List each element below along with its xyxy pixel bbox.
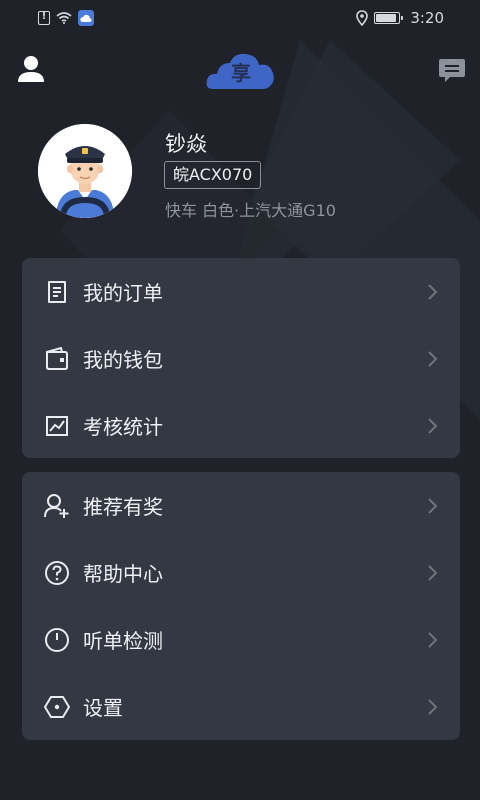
driver-profile[interactable]: 钞焱 皖ACX070 快车 白色·上汽大通G10: [38, 124, 458, 220]
status-right: 3:20: [356, 9, 444, 27]
menu-item-help[interactable]: 帮助中心: [22, 539, 460, 606]
chevron-right-icon: [428, 699, 438, 715]
chevron-right-icon: [428, 498, 438, 514]
message-button[interactable]: [436, 54, 468, 86]
user-profile-button[interactable]: [14, 52, 48, 86]
menu-item-wallet[interactable]: 我的钱包: [22, 325, 460, 392]
avatar[interactable]: [38, 124, 132, 218]
app-logo: 享: [205, 49, 277, 93]
menu-item-stats[interactable]: 考核统计: [22, 392, 460, 459]
menu-item-settings[interactable]: 设置: [22, 673, 460, 740]
chevron-right-icon: [428, 632, 438, 648]
chevron-right-icon: [428, 351, 438, 367]
vehicle-info: 快车 白色·上汽大通G10: [165, 201, 336, 220]
menu-item-label: 听单检测: [83, 629, 163, 653]
menu-item-label: 帮助中心: [83, 562, 163, 586]
driver-avatar-icon: [38, 124, 132, 218]
wifi-icon: [56, 12, 72, 24]
cloud-app-icon: [78, 10, 94, 26]
battery-icon: [374, 12, 404, 24]
menu-item-referral[interactable]: 推荐有奖: [22, 472, 460, 539]
settings-icon: [44, 694, 70, 720]
order-icon: [44, 279, 70, 305]
menu-card-secondary: 推荐有奖 帮助中心 听单检测 设置: [22, 472, 460, 740]
menu-item-label: 推荐有奖: [83, 495, 163, 519]
status-bar: ! 3:20: [0, 0, 480, 36]
logo-text: 享: [231, 61, 251, 85]
sim-alert-icon: !: [38, 11, 50, 25]
menu-item-orders[interactable]: 我的订单: [22, 258, 460, 325]
add-user-icon: [44, 493, 70, 519]
status-left: !: [38, 10, 94, 26]
header: 享: [0, 44, 480, 94]
user-icon: [18, 56, 44, 82]
stats-icon: [44, 413, 70, 439]
menu-item-label: 我的订单: [83, 281, 163, 305]
menu-item-label: 我的钱包: [83, 348, 163, 372]
wallet-icon: [44, 346, 70, 372]
battery-fill: [376, 14, 397, 22]
help-icon: [44, 560, 70, 586]
menu-card-primary: 我的订单 我的钱包 考核统计: [22, 258, 460, 458]
location-icon: [356, 10, 369, 26]
menu-item-label: 设置: [83, 696, 123, 720]
chevron-right-icon: [428, 565, 438, 581]
chevron-right-icon: [428, 418, 438, 434]
license-plate: 皖ACX070: [164, 161, 262, 189]
clock-icon: [44, 627, 70, 653]
driver-name: 钞焱: [165, 132, 207, 156]
chevron-right-icon: [428, 284, 438, 300]
status-time: 3:20: [410, 9, 444, 27]
menu-item-order-test[interactable]: 听单检测: [22, 606, 460, 673]
message-icon: [439, 59, 465, 82]
menu-item-label: 考核统计: [83, 415, 163, 439]
